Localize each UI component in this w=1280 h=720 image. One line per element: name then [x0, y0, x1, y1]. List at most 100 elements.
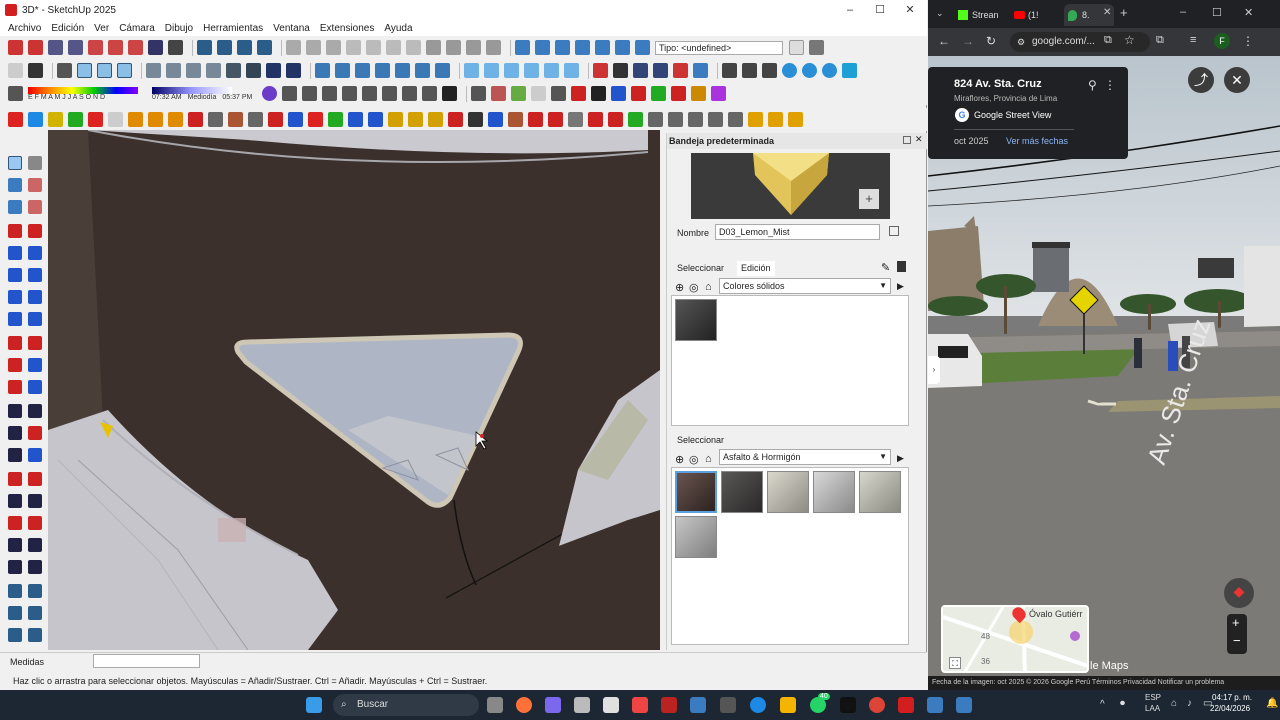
zoom-window-icon[interactable] — [68, 40, 83, 55]
style-7-icon[interactable] — [435, 63, 450, 78]
bookmark-star-icon[interactable]: ☆ — [1124, 33, 1135, 47]
drop-icon-3[interactable] — [822, 63, 837, 78]
rectangle-icon[interactable] — [8, 246, 22, 260]
group-icon-1[interactable] — [464, 63, 479, 78]
checkmark-icon[interactable] — [789, 40, 804, 55]
iso-view-icon[interactable] — [146, 63, 161, 78]
material-swatch-concrete-4[interactable] — [675, 516, 717, 558]
line-icon[interactable] — [8, 224, 22, 238]
tool-icon-p[interactable] — [591, 86, 607, 101]
pushpull-icon[interactable] — [28, 336, 42, 350]
sv-more-dates-link[interactable]: Ver más fechas — [1006, 136, 1068, 146]
shaded-icon[interactable] — [266, 63, 281, 78]
paint-bucket-icon[interactable] — [8, 178, 22, 192]
freehand-icon[interactable] — [28, 224, 42, 238]
ext-icon-2[interactable] — [28, 112, 43, 127]
tool-icon-u[interactable] — [691, 86, 707, 101]
chrome-menu-icon[interactable]: ⋮ — [1242, 34, 1254, 48]
plugin-icon-1[interactable] — [593, 63, 608, 78]
style-3-icon[interactable] — [355, 63, 370, 78]
tab-groups-icon[interactable]: ≡ — [1190, 34, 1196, 46]
back-edges-icon[interactable] — [97, 63, 112, 78]
drop-icon-2[interactable] — [802, 63, 817, 78]
lang-indicator[interactable]: ESP — [1145, 693, 1161, 702]
ext-icon-12[interactable] — [228, 112, 243, 127]
ext-icon-29[interactable] — [568, 112, 583, 127]
menu-herramientas[interactable]: Herramientas — [203, 23, 263, 34]
tab-youtube[interactable]: (1! — [1010, 4, 1060, 26]
tool-icon-g[interactable] — [402, 86, 418, 101]
app-darkred-icon[interactable] — [661, 697, 677, 713]
sandbox-tool-5-icon[interactable] — [8, 628, 22, 642]
tool-icon-j[interactable] — [471, 86, 487, 101]
smoove-icon[interactable] — [555, 40, 570, 55]
wireframe-icon[interactable] — [117, 63, 132, 78]
sandbox-tool-4-icon[interactable] — [28, 606, 42, 620]
ext-icon-23[interactable] — [448, 112, 463, 127]
install-icon[interactable]: ⧉ — [1104, 34, 1112, 47]
polygon-icon[interactable] — [28, 268, 42, 282]
zoom-icon[interactable] — [48, 40, 63, 55]
previous-view-icon[interactable] — [28, 516, 42, 530]
pan-icon[interactable] — [108, 40, 123, 55]
look-around-icon[interactable] — [8, 560, 22, 574]
teams-icon[interactable] — [545, 697, 561, 713]
text-icon[interactable] — [693, 63, 708, 78]
top-view-icon[interactable] — [166, 63, 181, 78]
arc-icon[interactable] — [8, 290, 22, 304]
minimize-button[interactable]: – — [834, 0, 866, 20]
ext-icon-24[interactable] — [468, 112, 483, 127]
tray-pin-icon[interactable] — [903, 136, 911, 144]
back-nav-icon[interactable]: ⊕ — [675, 281, 684, 294]
task-view-icon[interactable] — [487, 697, 503, 713]
position-camera-tool-icon[interactable] — [8, 538, 22, 552]
month-slider[interactable] — [28, 86, 138, 94]
rotated-rect-icon[interactable] — [28, 246, 42, 260]
pan-tool-icon[interactable] — [28, 472, 42, 486]
walk-icon[interactable] — [128, 40, 143, 55]
menu-ver[interactable]: Ver — [94, 23, 109, 34]
select-icon[interactable] — [8, 40, 23, 55]
plugin-icon-4[interactable] — [653, 63, 668, 78]
textured-icon[interactable] — [286, 63, 301, 78]
position-camera-icon[interactable] — [168, 40, 183, 55]
arc-2-icon[interactable] — [28, 290, 42, 304]
chrome-close-button[interactable]: ✕ — [1244, 6, 1253, 19]
sandbox-scratch-icon[interactable] — [535, 40, 550, 55]
ext-icon-35[interactable] — [688, 112, 703, 127]
ext-icon-15[interactable] — [288, 112, 303, 127]
model-info-icon[interactable] — [486, 40, 501, 55]
section-plane-icon[interactable] — [28, 560, 42, 574]
tool-icon-f[interactable] — [382, 86, 398, 101]
tab-edicion[interactable]: Edición — [737, 261, 775, 276]
measure-input[interactable] — [93, 654, 200, 668]
ext-icon-40[interactable] — [788, 112, 803, 127]
details-arrow-2-icon[interactable]: ▶ — [897, 453, 904, 464]
ext-icon-34[interactable] — [668, 112, 683, 127]
move-axes-icon[interactable] — [57, 63, 72, 78]
details-arrow-icon[interactable]: ▶ — [897, 281, 904, 292]
app-blue-icon[interactable] — [690, 697, 706, 713]
offset-icon[interactable] — [28, 380, 42, 394]
tool-icon-l[interactable] — [511, 86, 527, 101]
sv-location-pin-icon[interactable]: ⚲ — [1088, 78, 1097, 92]
3d-text-icon[interactable] — [28, 448, 42, 462]
menu-extensiones[interactable]: Extensiones — [320, 23, 374, 34]
ext-icon-4[interactable] — [68, 112, 83, 127]
folder-icon[interactable] — [722, 63, 737, 78]
app-red-icon[interactable] — [632, 697, 648, 713]
tray-chevron-icon[interactable]: ^ — [1100, 699, 1105, 710]
material-name-field[interactable]: D03_Lemon_Mist — [715, 224, 880, 240]
ext-icon-5[interactable] — [88, 112, 103, 127]
ext-icon-30[interactable] — [588, 112, 603, 127]
app-gray-icon[interactable] — [720, 697, 736, 713]
ext-icon-28[interactable] — [548, 112, 563, 127]
ext-icon-7[interactable] — [128, 112, 143, 127]
ext-icon-26[interactable] — [508, 112, 523, 127]
ext-icon-10[interactable] — [188, 112, 203, 127]
protractor-icon[interactable] — [8, 426, 22, 440]
group-icon-6[interactable] — [564, 63, 579, 78]
tray-close-icon[interactable]: ✕ — [915, 134, 923, 145]
eraser-2-icon[interactable] — [28, 200, 42, 214]
material-swatch-concrete-3[interactable] — [859, 471, 901, 513]
